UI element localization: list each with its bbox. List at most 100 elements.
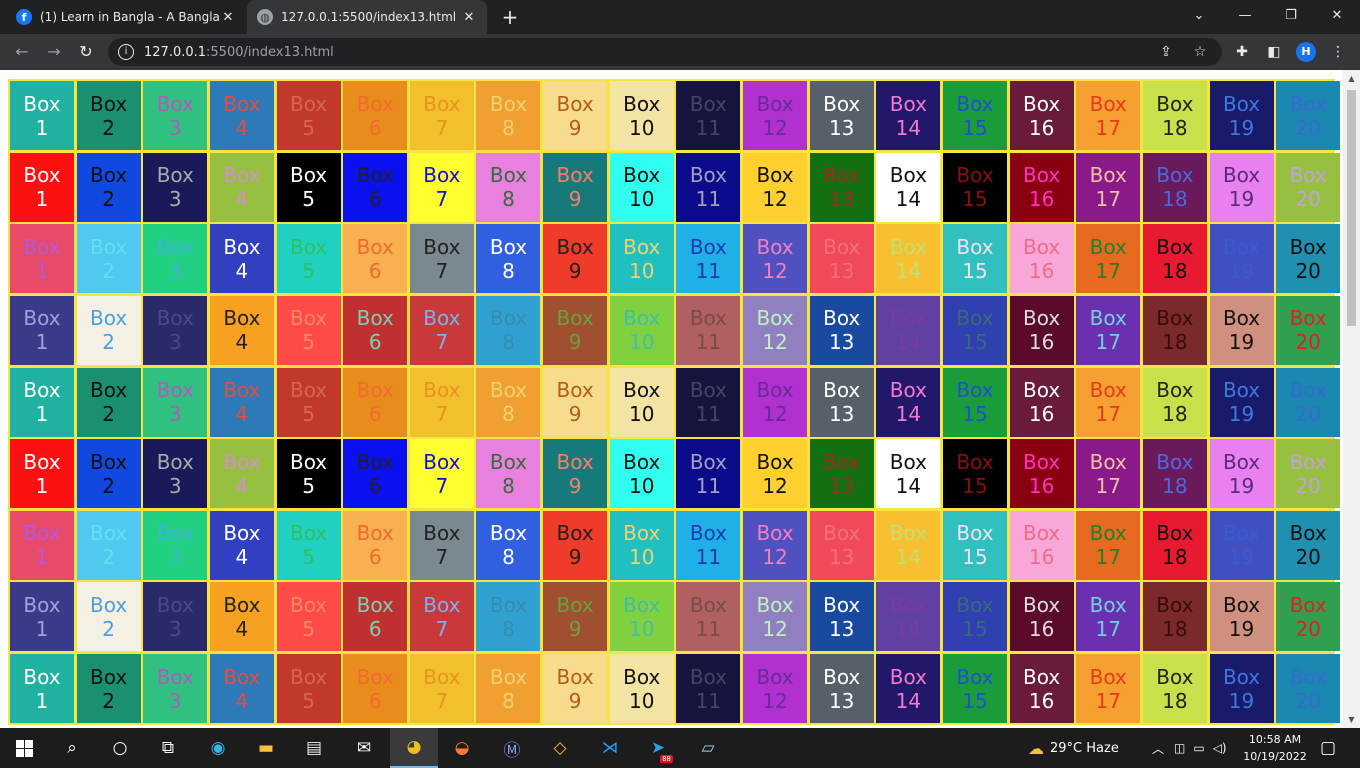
box-label: Box bbox=[756, 592, 794, 617]
color-box: Box 16 bbox=[1009, 224, 1074, 294]
tab-search-icon[interactable]: ⌄ bbox=[1176, 0, 1222, 34]
meet-now-icon[interactable]: ◫ bbox=[1174, 741, 1185, 755]
box-number: 13 bbox=[828, 473, 855, 498]
tab-index13[interactable]: ◍ 127.0.0.1:5500/index13.html ✕ bbox=[247, 0, 487, 34]
color-box: Box 9 bbox=[543, 439, 608, 509]
box-label: Box bbox=[823, 91, 861, 116]
tab-learn-in-bangla[interactable]: f (1) Learn in Bangla - A Banglades ✕ bbox=[6, 0, 246, 34]
bookmark-star-icon[interactable]: ☆ bbox=[1188, 38, 1212, 66]
box-label: Box bbox=[289, 378, 328, 403]
box-label: Box bbox=[823, 163, 861, 188]
box-label: Box bbox=[90, 664, 128, 689]
file-explorer-icon[interactable]: ▬ bbox=[242, 728, 290, 768]
new-tab-button[interactable]: + bbox=[498, 5, 522, 29]
box-label: Box bbox=[756, 163, 794, 188]
box-label: Box bbox=[1156, 592, 1194, 617]
vertical-scrollbar[interactable]: ▲ ▼ bbox=[1343, 70, 1360, 728]
chevron-up-icon[interactable]: ︿ bbox=[1152, 740, 1164, 757]
box-label: Box bbox=[1089, 91, 1127, 116]
reload-icon[interactable]: ↻ bbox=[74, 40, 98, 64]
box-label: Box bbox=[1089, 306, 1127, 331]
microsoft-store-icon[interactable]: ▤ bbox=[290, 728, 338, 768]
minimize-button[interactable]: — bbox=[1222, 0, 1268, 34]
telegram-icon[interactable]: ➤ 88 bbox=[634, 728, 682, 768]
color-box: Box 4 bbox=[209, 439, 274, 509]
profile-avatar[interactable]: H bbox=[1296, 42, 1316, 62]
taskbar-clock[interactable]: 10:58 AM 10/19/2022 bbox=[1240, 731, 1310, 765]
box-number: 16 bbox=[1028, 115, 1055, 140]
box-label: Box bbox=[1023, 306, 1061, 331]
box-label: Box bbox=[289, 521, 328, 546]
box-label: Box bbox=[156, 306, 194, 331]
color-box: Box 18 bbox=[1142, 224, 1207, 294]
color-box: Box 20 bbox=[1276, 582, 1341, 652]
task-view-icon[interactable]: ⧉ bbox=[144, 728, 192, 768]
volume-icon[interactable]: ◁) bbox=[1213, 741, 1227, 755]
box-label: Box bbox=[23, 521, 61, 546]
weather-widget[interactable]: ☁ 29°C Haze bbox=[1028, 728, 1119, 768]
box-label: Box bbox=[756, 306, 794, 331]
close-window-button[interactable]: ✕ bbox=[1314, 0, 1360, 34]
mail-icon[interactable]: ✉ bbox=[340, 728, 388, 768]
box-number: 11 bbox=[695, 115, 722, 140]
box-number: 15 bbox=[962, 473, 988, 498]
color-box: Box 12 bbox=[743, 439, 808, 509]
color-box: Box 5 bbox=[276, 152, 341, 222]
chrome-icon[interactable]: ◕ bbox=[390, 728, 438, 768]
box-number: 6 bbox=[368, 545, 382, 570]
box-number: 20 bbox=[1295, 402, 1321, 427]
color-box: Box 13 bbox=[809, 81, 874, 150]
box-label: Box bbox=[90, 234, 128, 259]
cortana-circle-icon[interactable]: ○ bbox=[96, 728, 144, 768]
box-number: 13 bbox=[828, 688, 855, 713]
color-box: Box 1 bbox=[10, 295, 74, 365]
box-label: Box bbox=[1089, 449, 1127, 474]
search-icon[interactable]: ⌕ bbox=[48, 728, 96, 768]
color-box: Box 14 bbox=[876, 582, 941, 652]
forward-arrow-icon[interactable]: → bbox=[42, 40, 66, 64]
color-box: Box 15 bbox=[942, 152, 1007, 222]
side-panel-icon[interactable]: ◧ bbox=[1262, 40, 1286, 64]
windows-start-icon[interactable] bbox=[0, 728, 48, 768]
firefox-icon[interactable]: ◒ bbox=[438, 728, 486, 768]
box-label: Box bbox=[1156, 521, 1194, 546]
scroll-down-arrow-icon[interactable]: ▼ bbox=[1343, 711, 1360, 728]
box-number: 14 bbox=[895, 330, 922, 355]
messenger-app-icon[interactable]: Ⓜ bbox=[488, 728, 536, 768]
info-icon[interactable]: i bbox=[118, 44, 134, 60]
box-number: 16 bbox=[1028, 402, 1055, 427]
color-box: Box 10 bbox=[609, 510, 674, 580]
restore-button[interactable]: ❐ bbox=[1268, 0, 1314, 34]
color-box: Box 11 bbox=[676, 295, 741, 365]
extensions-puzzle-icon[interactable]: ✚ bbox=[1230, 40, 1254, 64]
box-number: 2 bbox=[102, 616, 115, 641]
close-icon[interactable]: ✕ bbox=[220, 10, 236, 25]
color-box: Box 12 bbox=[743, 152, 808, 222]
box-label: Box bbox=[23, 592, 61, 617]
notifications-icon[interactable]: ▢ bbox=[1308, 728, 1348, 768]
box-label: Box bbox=[489, 234, 528, 259]
edge-browser-icon[interactable]: ◉ bbox=[194, 728, 242, 768]
box-number: 3 bbox=[168, 688, 182, 713]
box-number: 8 bbox=[502, 187, 515, 212]
scrollbar-thumb[interactable] bbox=[1347, 90, 1356, 326]
color-box: Box 11 bbox=[676, 367, 741, 437]
scroll-up-arrow-icon[interactable]: ▲ bbox=[1343, 70, 1360, 87]
tab-strip: f (1) Learn in Bangla - A Banglades ✕ ◍ … bbox=[0, 0, 1360, 34]
menu-kebab-icon[interactable]: ⋮ bbox=[1326, 40, 1350, 64]
box-number: 1 bbox=[35, 258, 49, 283]
color-box: Box 9 bbox=[543, 582, 608, 652]
address-bar[interactable]: i 127.0.0.1:5500/index13.html ⇪ ☆ bbox=[108, 38, 1222, 66]
notepad-app-icon[interactable]: ▱ bbox=[684, 728, 732, 768]
box-number: 1 bbox=[35, 402, 49, 427]
vscode-icon[interactable]: ⋊ bbox=[586, 728, 634, 768]
network-icon[interactable]: ▭ bbox=[1193, 741, 1204, 755]
box-number: 11 bbox=[695, 402, 722, 427]
sketch-app-icon[interactable]: ◇ bbox=[536, 728, 584, 768]
back-arrow-icon[interactable]: ← bbox=[10, 40, 34, 64]
share-icon[interactable]: ⇪ bbox=[1154, 38, 1178, 66]
box-label: Box bbox=[1156, 378, 1194, 403]
close-icon[interactable]: ✕ bbox=[461, 10, 477, 25]
box-number: 15 bbox=[962, 545, 988, 570]
box-label: Box bbox=[223, 592, 261, 617]
